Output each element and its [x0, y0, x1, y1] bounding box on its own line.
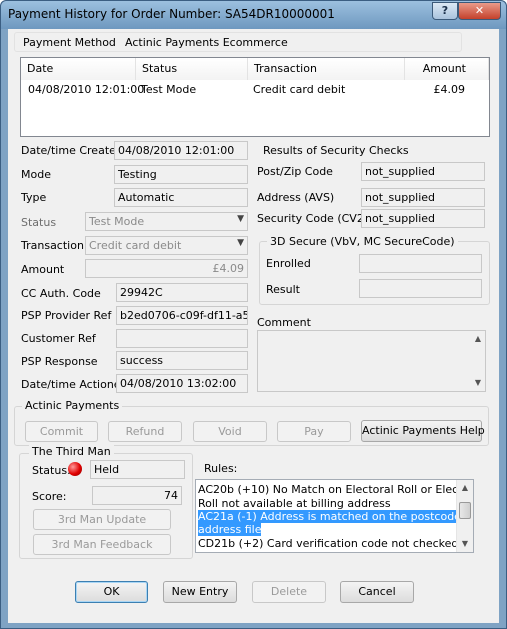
rules-scrollbar[interactable]: ▲ ▼	[456, 480, 473, 552]
row-status: Test Mode	[141, 83, 197, 96]
status-dropdown[interactable]: Test Mode ▼	[85, 212, 248, 231]
avs-field: not_supplied	[361, 188, 485, 207]
scroll-up-icon[interactable]: ▲	[471, 331, 485, 347]
payment-method-label: Payment Method	[23, 36, 116, 49]
result-label: Result	[266, 283, 300, 296]
enrolled-label: Enrolled	[266, 257, 311, 270]
cc-auth-code-field: 29942C	[116, 283, 248, 302]
type-label: Type	[21, 191, 47, 204]
result-field	[359, 279, 482, 298]
mode-field: Testing	[114, 165, 248, 184]
amount-label: Amount	[21, 263, 65, 276]
commit-button[interactable]: Commit	[25, 421, 98, 442]
transaction-dropdown[interactable]: Credit card debit ▼	[85, 236, 248, 255]
payment-history-window: Payment History for Order Number: SA54DR…	[0, 0, 507, 629]
date-created-field: 04/08/2010 12:01:00	[114, 141, 248, 160]
avs-label: Address (AVS)	[257, 191, 335, 204]
refund-button[interactable]: Refund	[108, 421, 182, 442]
actinic-payments-help-button[interactable]: Actinic Payments Help	[361, 420, 485, 442]
dialog-client-area: Payment Method Actinic Payments Ecommerc…	[8, 29, 499, 623]
customer-ref-field	[116, 329, 248, 348]
comment-label: Comment	[257, 316, 311, 329]
window-title: Payment History for Order Number: SA54DR…	[8, 7, 335, 21]
rule-line[interactable]: Roll not available at billing address	[198, 497, 391, 510]
row-date: 04/08/2010 12:01:00	[28, 83, 145, 96]
row-transaction: Credit card debit	[253, 83, 346, 96]
rules-list[interactable]: AC20b (+10) No Match on Electoral Roll o…	[195, 479, 474, 553]
post-zip-field: not_supplied	[361, 162, 485, 181]
title-bar[interactable]: Payment History for Order Number: SA54DR…	[1, 1, 506, 29]
comment-scrollbar[interactable]: ▲ ▼	[471, 331, 485, 391]
post-zip-label: Post/Zip Code	[257, 165, 333, 178]
psp-provider-ref-label: PSP Provider Ref	[21, 309, 112, 322]
date-created-label: Date/time Created	[21, 144, 123, 157]
table-row[interactable]: 04/08/2010 12:01:00 Test Mode Credit car…	[21, 81, 489, 98]
rule-line[interactable]: CD21b (+2) Card verification code not ch…	[198, 537, 458, 550]
chevron-down-icon: ▼	[237, 214, 244, 224]
rule-line-selected[interactable]: address file	[198, 523, 262, 536]
column-header-transaction[interactable]: Transaction	[248, 58, 405, 80]
row-amount: £4.09	[433, 83, 466, 96]
cc-auth-code-label: CC Auth. Code	[21, 287, 101, 300]
third-man-title: The Third Man	[29, 445, 114, 458]
third-man-status-label: Status:	[32, 464, 71, 477]
third-man-update-button[interactable]: 3rd Man Update	[33, 509, 171, 530]
rule-line-selected[interactable]: AC21a (-1) Address is matched on the pos…	[198, 510, 461, 523]
status-dropdown-value: Test Mode	[89, 215, 145, 228]
actinic-payments-title: Actinic Payments	[22, 399, 123, 412]
ok-button[interactable]: OK	[75, 581, 148, 603]
payment-history-list[interactable]: Date Status Transaction Amount 04/08/201…	[20, 57, 490, 137]
mode-label: Mode	[21, 168, 51, 181]
help-button[interactable]: ?	[432, 2, 458, 20]
rules-label: Rules:	[204, 462, 238, 475]
status-indicator-icon	[68, 462, 82, 476]
new-entry-button[interactable]: New Entry	[163, 581, 237, 603]
third-man-score-label: Score:	[32, 490, 67, 503]
date-actioned-label: Date/time Actioned	[21, 378, 128, 391]
delete-button[interactable]: Delete	[252, 581, 326, 603]
payment-method-value: Actinic Payments Ecommerce	[125, 36, 288, 49]
psp-response-label: PSP Response	[21, 355, 98, 368]
void-button[interactable]: Void	[193, 421, 267, 442]
customer-ref-label: Customer Ref	[21, 332, 96, 345]
column-header-status[interactable]: Status	[136, 58, 248, 80]
status-label: Status	[21, 216, 57, 229]
third-man-status-field: Held	[90, 460, 185, 479]
column-header-date[interactable]: Date	[21, 58, 136, 80]
scroll-thumb[interactable]	[459, 502, 471, 519]
scroll-down-icon[interactable]: ▼	[457, 536, 473, 552]
psp-provider-ref-field: b2ed0706-c09f-df11-a52a-	[116, 306, 248, 325]
third-man-feedback-button[interactable]: 3rd Man Feedback	[33, 534, 171, 555]
chevron-down-icon: ▼	[237, 238, 244, 248]
close-button[interactable]: ✕	[458, 2, 501, 20]
transaction-dropdown-value: Credit card debit	[89, 239, 182, 252]
cv2-field: not_supplied	[361, 209, 485, 228]
cancel-button[interactable]: Cancel	[340, 581, 414, 603]
rule-line[interactable]: AC20b (+10) No Match on Electoral Roll o…	[198, 483, 473, 496]
column-header-amount[interactable]: Amount	[405, 58, 489, 80]
security-checks-title: Results of Security Checks	[263, 144, 409, 157]
3d-secure-title: 3D Secure (VbV, MC SecureCode)	[267, 235, 458, 248]
scroll-up-icon[interactable]: ▲	[457, 480, 473, 496]
psp-response-field: success	[116, 351, 248, 370]
amount-field: £4.09	[85, 259, 248, 278]
transaction-label: Transaction	[21, 239, 84, 252]
type-field: Automatic	[114, 188, 248, 207]
cv2-label: Security Code (CV2)	[257, 212, 369, 225]
date-actioned-field: 04/08/2010 13:02:00	[116, 374, 248, 393]
comment-textarea[interactable]: ▲ ▼	[257, 330, 486, 392]
enrolled-field	[359, 254, 482, 273]
third-man-score-field: 74	[92, 486, 182, 505]
pay-button[interactable]: Pay	[277, 421, 351, 442]
scroll-down-icon[interactable]: ▼	[471, 375, 485, 391]
